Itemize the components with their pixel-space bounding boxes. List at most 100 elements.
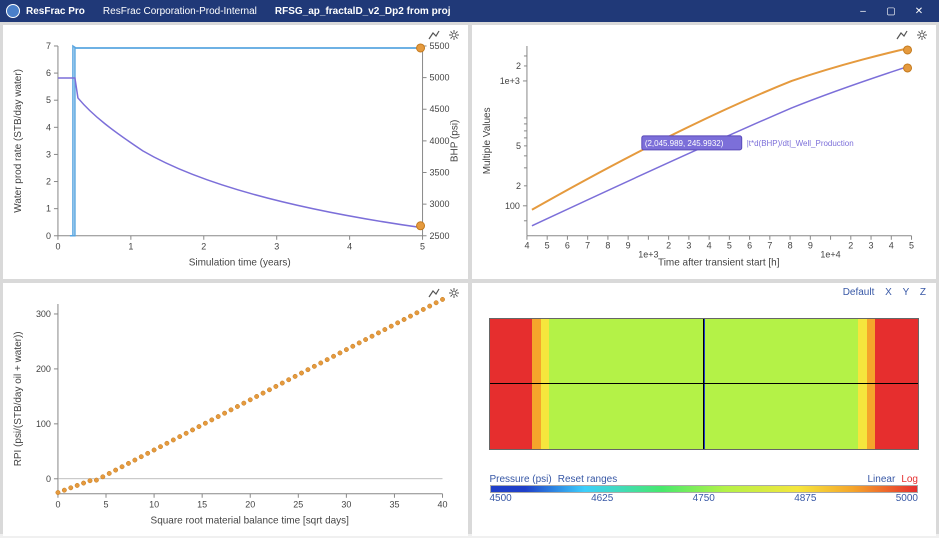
colorbar-tick: 4875 — [794, 493, 816, 504]
scale-log[interactable]: Log — [901, 474, 918, 485]
org-name: ResFrac Corporation-Prod-Internal — [103, 6, 257, 17]
gear-icon[interactable] — [916, 29, 928, 43]
svg-text:0: 0 — [55, 499, 60, 509]
svg-text:1: 1 — [128, 242, 133, 252]
svg-text:3: 3 — [46, 149, 51, 159]
trend-icon[interactable] — [896, 29, 908, 43]
x-axis-label: Square root material balance time [sqrt … — [151, 515, 350, 526]
svg-text:9: 9 — [807, 241, 812, 251]
series-bhp — [58, 78, 423, 228]
pressure-label[interactable]: Pressure (psi) — [490, 474, 552, 485]
svg-text:2: 2 — [848, 241, 853, 251]
svg-text:10: 10 — [149, 499, 159, 509]
svg-text:0: 0 — [46, 474, 51, 484]
svg-text:1: 1 — [46, 204, 51, 214]
svg-text:5: 5 — [420, 242, 425, 252]
app-name: ResFrac Pro — [26, 6, 85, 17]
chart-simulation-time[interactable]: 01234567 2500300035004000450050005500 01… — [3, 25, 468, 279]
series-water-rate — [73, 46, 423, 236]
marker-water-end — [417, 44, 425, 52]
tooltip-series-label: |t*d(BHP)/dt|_Well_Production — [746, 139, 853, 148]
svg-text:6: 6 — [747, 241, 752, 251]
project-name: RFSG_ap_fractalD_v2_Dp2 from proj — [275, 6, 451, 17]
svg-text:4: 4 — [706, 241, 711, 251]
svg-text:5: 5 — [46, 95, 51, 105]
colorbar[interactable] — [490, 485, 919, 493]
svg-text:30: 30 — [341, 499, 351, 509]
svg-text:7: 7 — [585, 241, 590, 251]
colorbar-tick: 4500 — [490, 493, 512, 504]
colorbar-tick: 4750 — [693, 493, 715, 504]
svg-text:5: 5 — [726, 241, 731, 251]
y2-axis-label: BHP (psi) — [450, 120, 461, 162]
svg-text:35: 35 — [389, 499, 399, 509]
crosshair-v — [703, 319, 704, 449]
svg-text:200: 200 — [36, 364, 51, 374]
trend-icon[interactable] — [428, 287, 440, 301]
series-water-rate2 — [70, 48, 423, 236]
svg-text:4: 4 — [347, 242, 352, 252]
svg-text:100: 100 — [504, 201, 519, 211]
gear-icon[interactable] — [448, 29, 460, 43]
svg-text:1e+4: 1e+4 — [820, 250, 840, 260]
svg-text:2: 2 — [515, 181, 520, 191]
svg-text:7: 7 — [767, 241, 772, 251]
view-z[interactable]: Z — [920, 287, 926, 298]
chart-transient[interactable]: 1001e+3252 4567892345678923451e+31e+4 Mu… — [472, 25, 937, 279]
chart-rpi[interactable]: 0 100 200 300 0 5 10 15 20 25 30 35 40 RPI (psi/(ST… — [3, 283, 468, 537]
maximize-button[interactable]: ▢ — [877, 0, 905, 22]
svg-text:100: 100 — [36, 419, 51, 429]
close-button[interactable]: ✕ — [905, 0, 933, 22]
svg-text:3: 3 — [274, 242, 279, 252]
colorbar-tick: 5000 — [896, 493, 918, 504]
svg-text:5000: 5000 — [430, 73, 450, 83]
svg-text:4: 4 — [46, 122, 51, 132]
svg-text:40: 40 — [438, 499, 448, 509]
svg-text:20: 20 — [245, 499, 255, 509]
svg-text:3000: 3000 — [430, 199, 450, 209]
panel-rpi: 0 100 200 300 0 5 10 15 20 25 30 35 40 RPI (psi/(ST… — [3, 283, 468, 537]
view-y[interactable]: Y — [903, 287, 910, 298]
svg-text:5: 5 — [909, 241, 914, 251]
svg-text:5: 5 — [544, 241, 549, 251]
marker-purple-end — [903, 64, 911, 72]
tooltip-text: (2,045.989, 245.9932) — [644, 139, 723, 148]
gear-icon[interactable] — [448, 287, 460, 301]
svg-text:1e+3: 1e+3 — [499, 76, 519, 86]
svg-text:6: 6 — [564, 241, 569, 251]
svg-text:2500: 2500 — [430, 231, 450, 241]
marker-bhp-end — [417, 222, 425, 230]
svg-text:0: 0 — [55, 242, 60, 252]
reset-ranges-link[interactable]: Reset ranges — [558, 474, 617, 485]
scale-linear[interactable]: Linear — [868, 474, 896, 485]
titlebar: ResFrac Pro ResFrac Corporation-Prod-Int… — [0, 0, 939, 22]
marker-orange-end — [903, 46, 911, 54]
panel-pressure-map: Default X Y Z Pressure (psi) — [472, 283, 937, 537]
y1-axis-label: Water prod rate (STB/day water) — [13, 69, 24, 213]
svg-text:300: 300 — [36, 309, 51, 319]
svg-text:15: 15 — [197, 499, 207, 509]
svg-text:4: 4 — [888, 241, 893, 251]
svg-text:5: 5 — [104, 499, 109, 509]
view-x[interactable]: X — [885, 287, 892, 298]
svg-text:1e+3: 1e+3 — [638, 250, 658, 260]
svg-text:2: 2 — [666, 241, 671, 251]
pressure-heatmap[interactable] — [490, 319, 919, 449]
colorbar-tick: 4625 — [591, 493, 613, 504]
colorbar-ticks: 4500 4625 4750 4875 5000 — [490, 493, 919, 504]
svg-text:4: 4 — [524, 241, 529, 251]
trend-icon[interactable] — [428, 29, 440, 43]
view-default[interactable]: Default — [843, 287, 875, 298]
series-rpi — [56, 297, 445, 495]
panel-transient: 1001e+3252 4567892345678923451e+31e+4 Mu… — [472, 25, 937, 279]
minimize-button[interactable]: – — [849, 0, 877, 22]
series-orange — [531, 48, 909, 210]
view-links: Default X Y Z — [835, 287, 926, 298]
svg-text:3: 3 — [686, 241, 691, 251]
svg-text:25: 25 — [293, 499, 303, 509]
svg-text:2: 2 — [201, 242, 206, 252]
svg-text:2: 2 — [46, 177, 51, 187]
y-axis-label: RPI (psi/(STB/day oil + water)) — [13, 331, 24, 466]
svg-text:3500: 3500 — [430, 168, 450, 178]
svg-text:4500: 4500 — [430, 104, 450, 114]
